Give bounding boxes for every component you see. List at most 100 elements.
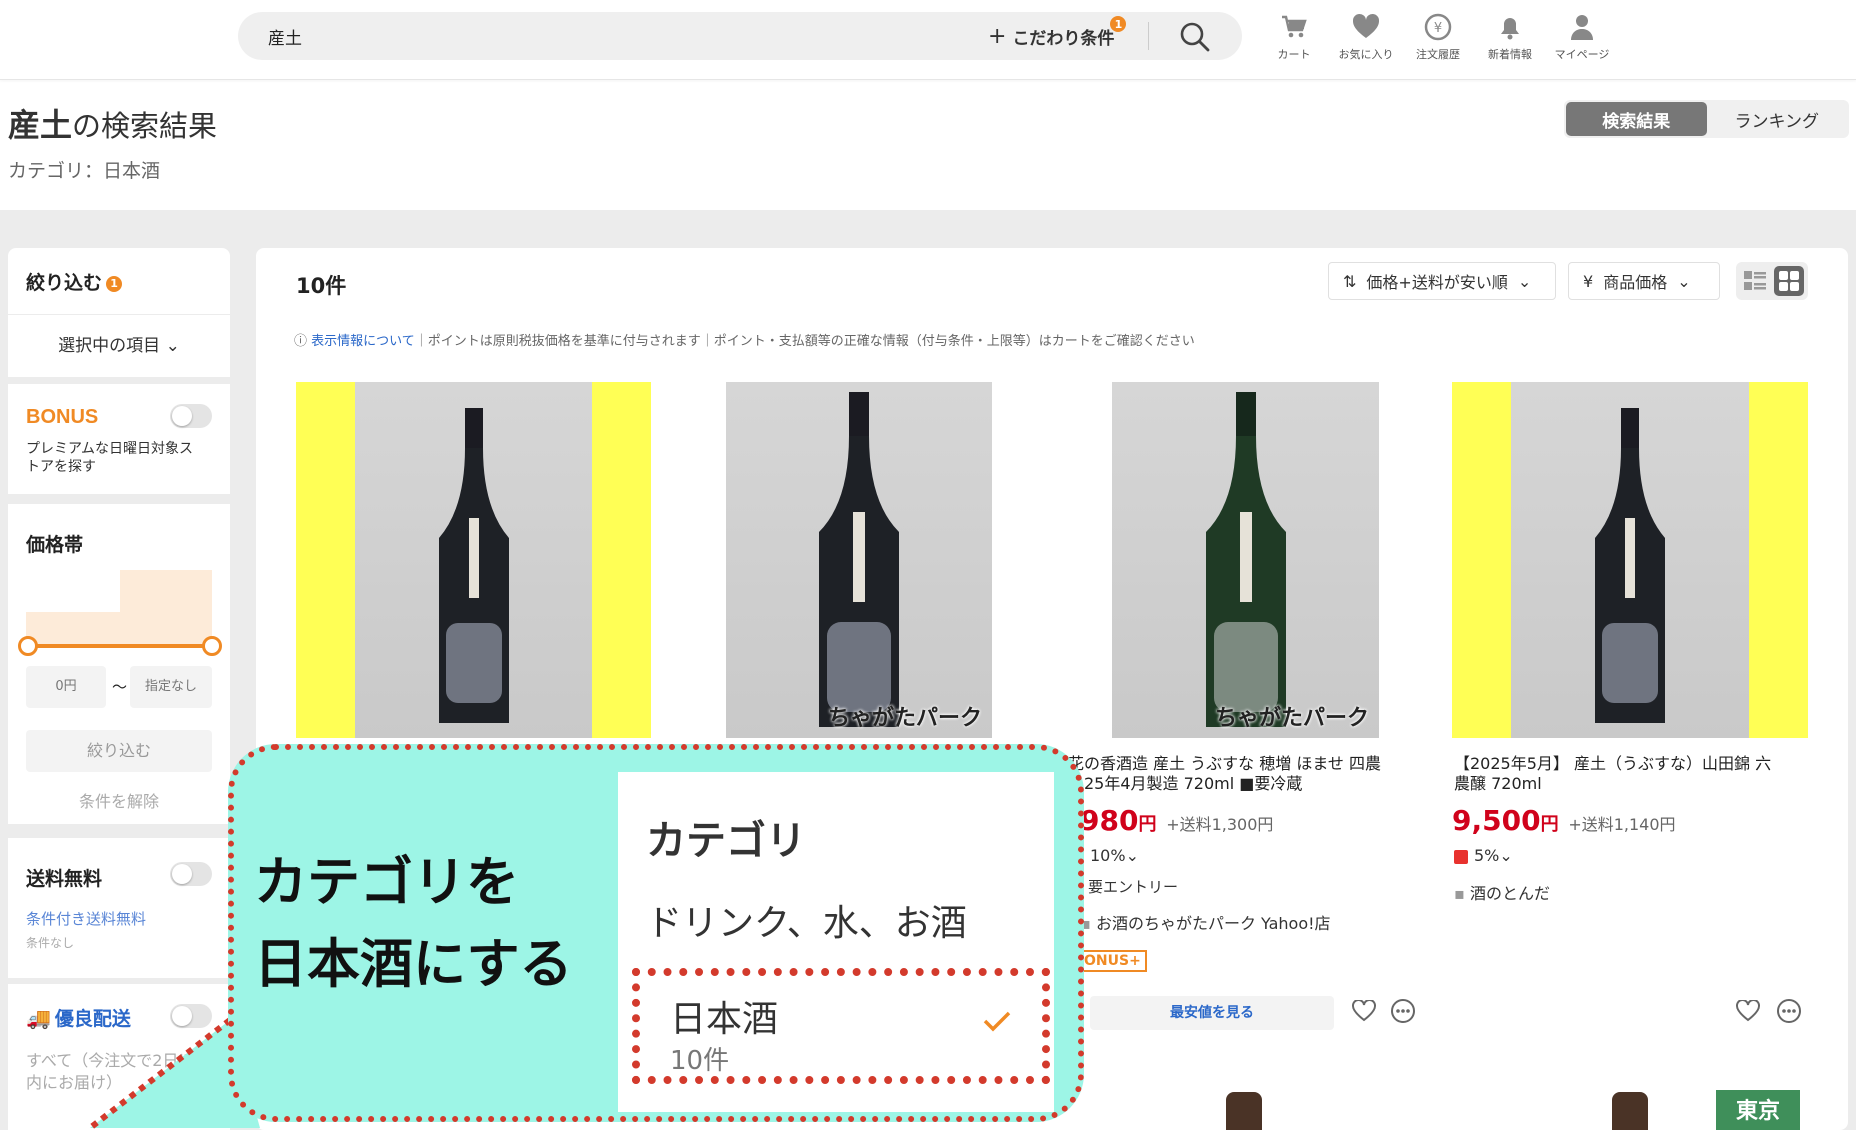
product-title[interactable]: 【2025年5月】 産土（うぶすな）山田錦 六農醸 720ml: [1454, 754, 1814, 794]
nav-mypage[interactable]: マイページ: [1552, 12, 1612, 68]
product-photo: [355, 382, 592, 738]
tab-search-results[interactable]: 検索結果: [1566, 102, 1707, 136]
sort-icon: ⇅: [1343, 271, 1357, 291]
parent-category-item[interactable]: ドリンク、水、お酒: [646, 894, 967, 946]
entry-required: 要エントリー: [1088, 878, 1179, 896]
price-histogram-bar-high: [120, 570, 212, 644]
search-bar[interactable]: + こだわり条件 1: [238, 12, 1242, 60]
bonus-filter: BONUS プレミアムな日曜日対象ストアを探す: [8, 384, 230, 494]
nav-favorites[interactable]: お気に入り: [1336, 12, 1396, 68]
price-separator: 〜: [112, 678, 128, 696]
heart-icon: [1352, 13, 1380, 38]
product-photo: [1511, 382, 1749, 738]
store-watermark: ちゃがたパーク: [827, 706, 982, 731]
tab-ranking[interactable]: ランキング: [1707, 102, 1848, 136]
list-view-icon[interactable]: [1744, 271, 1766, 291]
selected-items-dropdown[interactable]: 選択中の項目 ⌄: [8, 315, 230, 377]
selected-category-count: 10件: [670, 1046, 730, 1076]
sort-select[interactable]: ⇅ 価格+送料が安い順 ⌄: [1328, 262, 1556, 300]
sake-bottle-image: [1205, 392, 1286, 727]
price-title: 価格帯: [26, 534, 84, 556]
paypay-icon: [1454, 849, 1468, 864]
info-icon: ⓘ: [294, 334, 312, 349]
site-header: + こだわり条件 1 カート お気に入り ¥ 注文履歴 新着情報 マイページ: [0, 0, 1856, 80]
bonus-badge: ONUS+: [1078, 950, 1147, 972]
store-name[interactable]: ▪ お酒のちゃがたパーク Yahoo!店: [1080, 910, 1331, 934]
cheapest-button[interactable]: 最安値を見る: [1090, 996, 1334, 1030]
nav-cart-label: カート: [1277, 48, 1311, 61]
product-image-2[interactable]: ちゃがたパーク: [726, 382, 992, 738]
search-input[interactable]: [268, 24, 868, 48]
favorite-heart-icon[interactable]: [1352, 1000, 1376, 1022]
more-options-icon[interactable]: [1390, 998, 1416, 1024]
kodawari-badge: 1: [1110, 16, 1127, 32]
next-product-image: [1612, 1092, 1648, 1130]
bonus-logo: BONUS: [26, 406, 99, 428]
view-toggle: [1736, 262, 1808, 300]
chevron-down-icon: ⌄: [1499, 846, 1513, 865]
category-line: カテゴリ：日本酒: [8, 160, 161, 182]
more-options-icon[interactable]: [1776, 998, 1802, 1024]
price-type-select[interactable]: ¥ 商品価格 ⌄: [1568, 262, 1720, 300]
kodawari-button[interactable]: + こだわり条件 1: [988, 16, 1127, 49]
conditional-free-shipping-link[interactable]: 条件付き送料無料: [26, 908, 146, 929]
selected-category-name: 日本酒: [670, 999, 779, 1040]
result-tabs: 検索結果 ランキング: [1564, 100, 1849, 138]
product-image-3[interactable]: ちゃがたパーク: [1112, 382, 1379, 738]
store-name[interactable]: ▪ 酒のとんだ: [1454, 880, 1550, 904]
nav-favorites-label: お気に入り: [1338, 48, 1394, 61]
points-rate: 5%⌄: [1454, 846, 1513, 865]
result-count: 10件: [296, 274, 347, 298]
price-range-filter: 価格帯 0円 〜 指定なし 絞り込む 条件を解除: [8, 504, 230, 824]
callout-text: カテゴリを 日本酒にする: [254, 852, 573, 995]
price-slider-track: [26, 644, 212, 648]
nav-cart[interactable]: カート: [1264, 12, 1324, 68]
filter-header: 絞り込む 1: [8, 248, 230, 314]
filter-badge: 1: [106, 275, 123, 292]
order-history-icon: ¥: [1424, 13, 1452, 41]
display-info-link[interactable]: 表示情報について: [311, 334, 415, 349]
price-slider-min-handle[interactable]: [18, 636, 38, 656]
store-icon: ▪: [1454, 884, 1470, 903]
clear-filter-button[interactable]: 条件を解除: [8, 788, 230, 812]
kodawari-label: こだわり条件: [1012, 28, 1115, 49]
free-shipping-toggle[interactable]: [170, 862, 212, 886]
product-price: 9,500円 +送料1,140円: [1452, 804, 1676, 837]
chevron-down-icon: ⌄: [165, 336, 180, 356]
annotation-callout: カテゴリを 日本酒にする カテゴリ ドリンク、水、お酒 日本酒 10件: [228, 744, 1084, 1122]
apply-filter-button[interactable]: 絞り込む: [26, 730, 212, 772]
notice-text: ｜ポイントは原則税抜価格を基準に付与されます｜ポイント・支払額等の正確な情報（付…: [414, 334, 1195, 349]
grid-view-icon[interactable]: [1774, 266, 1804, 296]
selected-items-label: 選択中の項目: [58, 336, 161, 356]
svg-text:¥: ¥: [1434, 21, 1442, 36]
bonus-description: プレミアムな日曜日対象ストアを探す: [26, 441, 194, 475]
selected-category-item[interactable]: 日本酒 10件: [632, 968, 1050, 1084]
category-panel: カテゴリ ドリンク、水、お酒 日本酒 10件: [618, 772, 1054, 1112]
nav-news[interactable]: 新着情報: [1480, 12, 1540, 68]
points-rate: 10%⌄: [1090, 846, 1139, 865]
nav-order-history[interactable]: ¥ 注文履歴: [1408, 12, 1468, 68]
yen-icon: ¥: [1583, 271, 1594, 291]
bonus-toggle[interactable]: [170, 404, 212, 428]
filter-title: 絞り込む 1: [26, 268, 123, 295]
product-image-4[interactable]: [1452, 382, 1808, 738]
product-photo: ちゃがたパーク: [726, 382, 992, 738]
price-max-input[interactable]: 指定なし: [130, 666, 212, 708]
price-histogram-bar-low: [26, 612, 120, 644]
price-min-input[interactable]: 0円: [26, 666, 106, 708]
store-watermark: ちゃがたパーク: [1214, 706, 1369, 731]
truck-icon: 🚚: [26, 1005, 51, 1030]
info-notice: ⓘ 表示情報について｜ポイントは原則税抜価格を基準に付与されます｜ポイント・支払…: [294, 330, 1195, 349]
plus-icon: +: [988, 23, 1007, 49]
nav-order-history-label: 注文履歴: [1416, 48, 1460, 61]
search-icon[interactable]: [1178, 20, 1212, 54]
price-slider-max-handle[interactable]: [202, 636, 222, 656]
product-image-1[interactable]: [296, 382, 651, 738]
favorite-heart-icon[interactable]: [1736, 1000, 1760, 1022]
shipping-filter: 送料無料 条件付き送料無料 条件なし: [8, 838, 230, 978]
tokyo-badge: 東京: [1716, 1090, 1800, 1130]
sake-bottle-image: [438, 408, 509, 723]
cart-icon: [1282, 15, 1307, 38]
search-divider: [1148, 22, 1149, 50]
product-title[interactable]: 花の香酒造 産土 うぶすな 穂増 ほませ 四農 25年4月製造 720ml ■要冷…: [1068, 754, 1428, 794]
